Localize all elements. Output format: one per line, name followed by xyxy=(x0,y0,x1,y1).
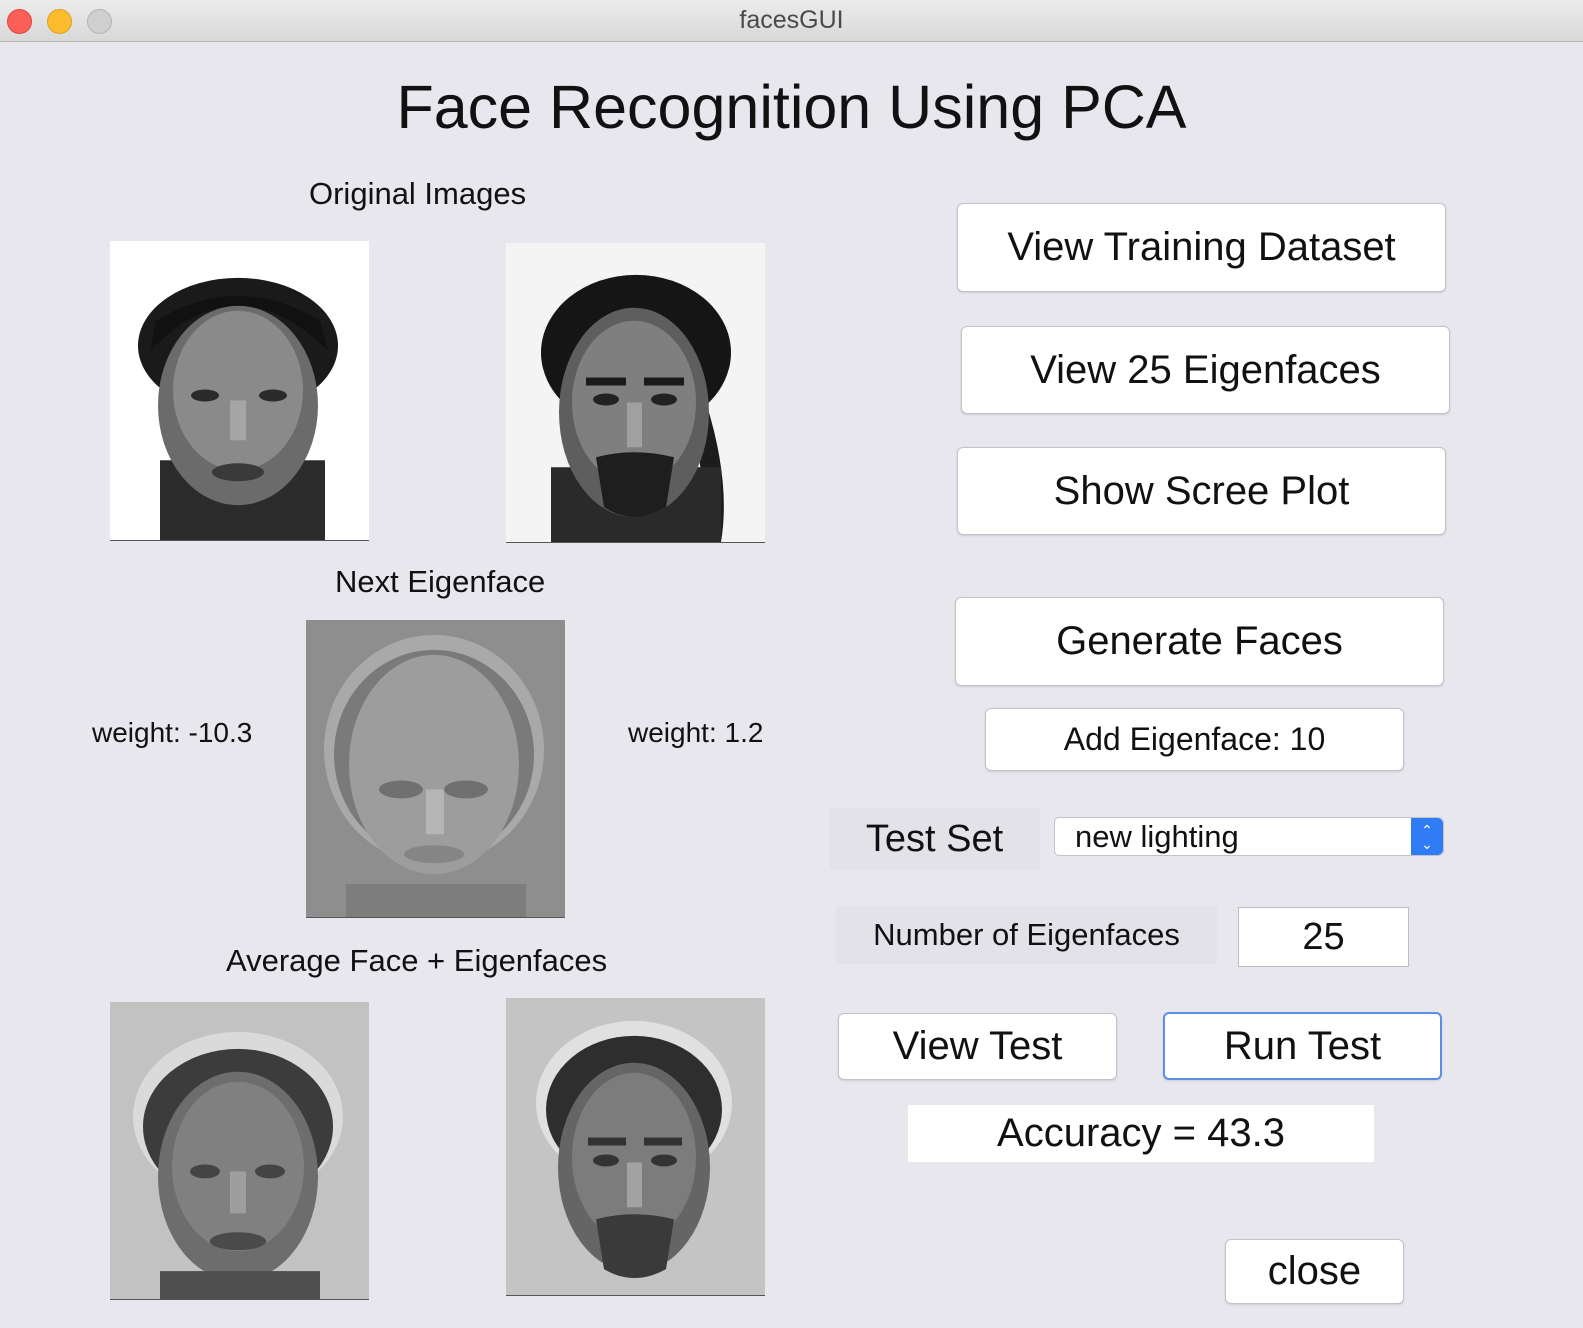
accuracy-display: Accuracy = 43.3 xyxy=(908,1105,1374,1162)
test-set-select[interactable]: new lighting ⌃ ⌄ xyxy=(1054,817,1444,856)
test-set-label: Test Set xyxy=(829,808,1040,870)
window-title: facesGUI xyxy=(739,6,844,34)
show-scree-plot-button[interactable]: Show Scree Plot xyxy=(957,447,1446,535)
generate-faces-button[interactable]: Generate Faces xyxy=(955,597,1444,686)
view-test-button[interactable]: View Test xyxy=(838,1013,1117,1080)
reconstructed-image-2 xyxy=(506,998,765,1296)
original-image-1 xyxy=(110,241,369,541)
close-button[interactable]: close xyxy=(1225,1239,1404,1304)
original-image-2 xyxy=(506,243,765,543)
next-eigenface-label: Next Eigenface xyxy=(335,564,546,599)
page-title: Face Recognition Using PCA xyxy=(396,73,1187,141)
number-of-eigenfaces-input[interactable]: 25 xyxy=(1238,907,1409,967)
number-of-eigenfaces-label: Number of Eigenfaces xyxy=(836,906,1217,964)
weight-left-label: weight: -10.3 xyxy=(92,717,253,748)
view-eigenfaces-button[interactable]: View 25 Eigenfaces xyxy=(961,326,1450,414)
add-eigenface-button[interactable]: Add Eigenface: 10 xyxy=(985,708,1404,771)
original-images-label: Original Images xyxy=(309,176,527,211)
test-set-selected-value: new lighting xyxy=(1075,818,1239,854)
chevron-up-down-icon[interactable]: ⌃ ⌄ xyxy=(1411,818,1443,855)
next-eigenface-image xyxy=(306,620,565,918)
weight-right-label: weight: 1.2 xyxy=(628,717,764,748)
view-training-dataset-button[interactable]: View Training Dataset xyxy=(957,203,1446,292)
reconstructed-image-1 xyxy=(110,1002,369,1300)
window-titlebar: facesGUI xyxy=(0,0,1583,42)
average-face-label: Average Face + Eigenfaces xyxy=(226,943,608,978)
run-test-button[interactable]: Run Test xyxy=(1163,1012,1442,1080)
